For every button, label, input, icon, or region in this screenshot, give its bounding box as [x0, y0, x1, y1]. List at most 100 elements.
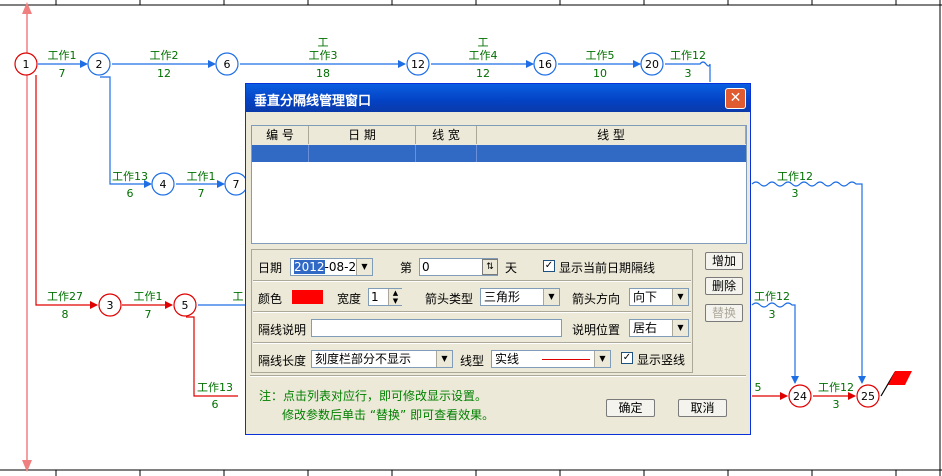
arrow-dur: 7 [145, 308, 152, 321]
arrow-label-split: 工 [478, 36, 489, 49]
node-3: 3 [98, 293, 122, 317]
arrow-dur: 3 [792, 187, 799, 200]
ok-button[interactable]: 确定 [606, 399, 655, 417]
arrow-dur: 6 [212, 398, 219, 411]
svg-text:2: 2 [96, 58, 103, 71]
col-header-linetype[interactable]: 线 型 [477, 126, 746, 144]
note-line-2: 修改参数后单击 “替换” 即可查看效果。 [282, 408, 495, 422]
linetype-preview [542, 359, 590, 360]
arrow-label: 工作1 [48, 49, 77, 62]
col-header-number[interactable]: 编 号 [252, 126, 309, 144]
svg-text:16: 16 [538, 58, 552, 71]
arrow-label: 工作5 [586, 49, 615, 62]
svg-text:6: 6 [224, 58, 231, 71]
desc-pos-select[interactable]: 居右 ▼ [629, 319, 689, 337]
arrow-label: 工作12 [670, 49, 706, 62]
node-16: 16 [533, 52, 557, 76]
arrow-dur: 12 [157, 67, 171, 80]
show-current-checkbox[interactable]: ✓ [543, 260, 555, 272]
separator-list[interactable]: 编 号 日 期 线 宽 线 型 [251, 125, 747, 244]
svg-text:1: 1 [23, 58, 30, 71]
replace-button[interactable]: 替换 [705, 304, 743, 322]
chevron-down-icon[interactable]: ▼ [672, 320, 688, 336]
arrow-dur: 8 [62, 308, 69, 321]
desc-input[interactable] [311, 319, 562, 337]
list-cell [252, 145, 309, 162]
arrow-label-split: 工 [318, 36, 329, 49]
day-suffix-label: 天 [505, 261, 518, 275]
arrow-dur: 3 [833, 398, 840, 411]
date-label: 日期 [258, 261, 283, 275]
svg-text:12: 12 [411, 58, 425, 71]
desc-pos-label: 说明位置 [572, 323, 621, 337]
length-value: 刻度栏部分不显示 [315, 352, 412, 366]
arrow-dur: 6 [127, 187, 134, 200]
arrow-label: 工作13 [197, 381, 233, 394]
show-current-label: 显示当前日期隔线 [559, 261, 656, 275]
svg-text:20: 20 [645, 58, 659, 71]
title-bar[interactable]: 垂直分隔线管理窗口 ✕ [246, 84, 750, 112]
desc-pos-value: 居右 [633, 321, 658, 335]
arrow-dur: 7 [198, 187, 205, 200]
arrow-dir-value: 向下 [633, 290, 658, 304]
svg-text:4: 4 [160, 178, 167, 191]
node-25: 25 [856, 384, 880, 408]
chevron-down-icon[interactable]: ▼ [543, 289, 559, 305]
day-prefix-label: 第 [400, 261, 413, 275]
list-cell [416, 145, 477, 162]
node-7: 7 [224, 172, 248, 196]
arrow-label: 工作12 [777, 170, 813, 183]
arrow-type-label: 箭头类型 [425, 292, 474, 306]
color-label: 颜色 [258, 292, 283, 306]
list-header: 编 号 日 期 线 宽 线 型 [252, 126, 746, 146]
arrow-label: 工作1 [134, 290, 163, 303]
cancel-button[interactable]: 取消 [678, 399, 727, 417]
arrow-dur: 18 [316, 67, 330, 80]
chevron-down-icon[interactable]: ▼ [594, 351, 610, 367]
arrow-label: 工作27 [47, 290, 83, 303]
chevron-down-icon[interactable]: ▼ [672, 289, 688, 305]
arrow-label-partial: 5 [755, 381, 762, 394]
svg-text:7: 7 [233, 178, 240, 191]
node-5: 5 [173, 293, 197, 317]
svg-text:3: 3 [107, 299, 114, 312]
add-button[interactable]: 增加 [705, 252, 743, 270]
svg-text:24: 24 [793, 390, 807, 403]
arrow-dur: 7 [59, 67, 66, 80]
arrow-dur: 3 [769, 308, 776, 321]
stepper-icon[interactable]: ▲ ▼ [388, 289, 402, 305]
col-header-date[interactable]: 日 期 [309, 126, 416, 144]
close-icon[interactable]: ✕ [725, 88, 746, 109]
col-header-width[interactable]: 线 宽 [416, 126, 477, 144]
arrow-type-select[interactable]: 三角形 ▼ [480, 288, 560, 306]
spin-icon[interactable]: ⇅ [482, 259, 498, 275]
list-row-selected[interactable] [252, 145, 746, 162]
chevron-down-icon[interactable]: ▼ [436, 351, 452, 367]
color-swatch[interactable] [292, 290, 323, 304]
arrow-type-value: 三角形 [484, 290, 521, 304]
divider [253, 311, 691, 313]
node-6: 6 [215, 52, 239, 76]
list-cell [477, 145, 746, 162]
chevron-down-icon[interactable]: ▼ [356, 259, 372, 275]
arrow-label: 工作3 [309, 49, 338, 62]
divider [250, 375, 746, 377]
dialog-title: 垂直分隔线管理窗口 [254, 94, 372, 109]
linetype-label: 线型 [460, 354, 485, 368]
divider [253, 280, 691, 282]
node-24: 24 [788, 384, 812, 408]
linetype-value: 实线 [495, 352, 520, 366]
linetype-select[interactable]: 实线 ▼ [491, 350, 611, 368]
length-select[interactable]: 刻度栏部分不显示 ▼ [311, 350, 453, 368]
arrow-label: 工作13 [112, 170, 148, 183]
delete-button[interactable]: 删除 [705, 277, 743, 295]
date-picker[interactable]: 2012-08-29 ▼ [290, 258, 373, 276]
arrow-label: 工作4 [469, 49, 498, 62]
node-2: 2 [87, 52, 111, 76]
node-4: 4 [151, 172, 175, 196]
show-vline-checkbox[interactable]: ✓ [621, 352, 633, 364]
arrow-dur: 10 [593, 67, 607, 80]
length-label: 隔线长度 [258, 354, 307, 368]
node-20: 20 [640, 52, 664, 76]
arrow-dir-select[interactable]: 向下 ▼ [629, 288, 689, 306]
